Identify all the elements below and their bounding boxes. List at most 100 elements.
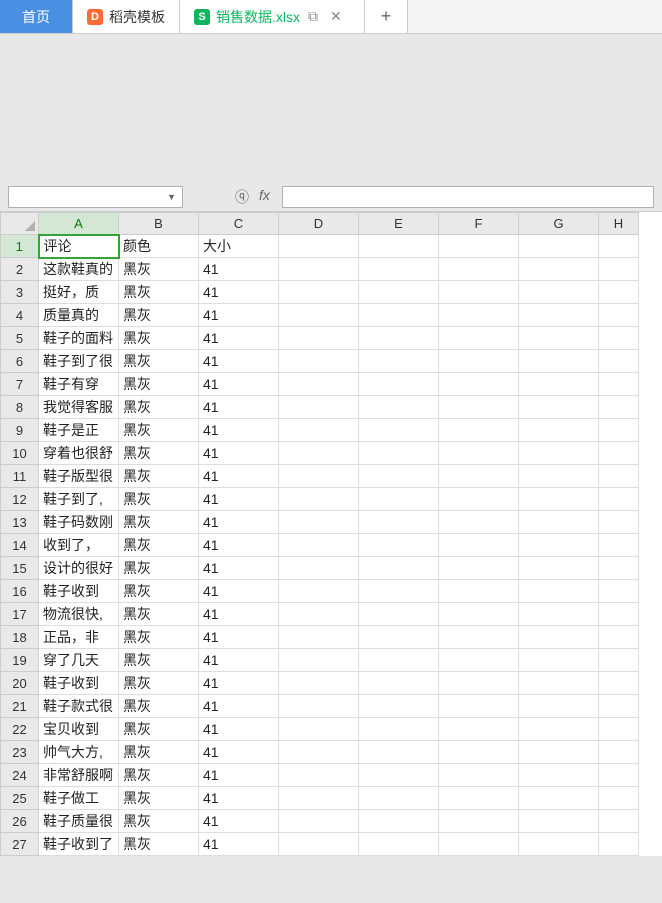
row-header-4[interactable]: 4 xyxy=(1,304,39,327)
tab-new[interactable]: + xyxy=(365,0,409,33)
cell-D24[interactable] xyxy=(279,764,359,787)
cell-E25[interactable] xyxy=(359,787,439,810)
cell-A3[interactable]: 挺好，质 xyxy=(39,281,119,304)
cell-C3[interactable]: 41 xyxy=(199,281,279,304)
cell-E13[interactable] xyxy=(359,511,439,534)
cell-H17[interactable] xyxy=(599,603,639,626)
column-header-A[interactable]: A xyxy=(39,213,119,235)
cell-E26[interactable] xyxy=(359,810,439,833)
close-icon[interactable]: ✕ xyxy=(328,6,344,27)
cell-E4[interactable] xyxy=(359,304,439,327)
cell-C23[interactable]: 41 xyxy=(199,741,279,764)
cell-E6[interactable] xyxy=(359,350,439,373)
cell-A12[interactable]: 鞋子到了, xyxy=(39,488,119,511)
cell-H27[interactable] xyxy=(599,833,639,856)
cell-A6[interactable]: 鞋子到了很 xyxy=(39,350,119,373)
cell-F13[interactable] xyxy=(439,511,519,534)
cell-E2[interactable] xyxy=(359,258,439,281)
cell-F4[interactable] xyxy=(439,304,519,327)
cell-D2[interactable] xyxy=(279,258,359,281)
cell-F6[interactable] xyxy=(439,350,519,373)
cell-H10[interactable] xyxy=(599,442,639,465)
cell-F10[interactable] xyxy=(439,442,519,465)
cell-D20[interactable] xyxy=(279,672,359,695)
cell-G26[interactable] xyxy=(519,810,599,833)
cell-C18[interactable]: 41 xyxy=(199,626,279,649)
column-header-E[interactable]: E xyxy=(359,213,439,235)
row-header-21[interactable]: 21 xyxy=(1,695,39,718)
cell-G8[interactable] xyxy=(519,396,599,419)
cell-B26[interactable]: 黑灰 xyxy=(119,810,199,833)
cell-E27[interactable] xyxy=(359,833,439,856)
cell-H2[interactable] xyxy=(599,258,639,281)
cell-C13[interactable]: 41 xyxy=(199,511,279,534)
cell-D27[interactable] xyxy=(279,833,359,856)
cell-G9[interactable] xyxy=(519,419,599,442)
cell-G25[interactable] xyxy=(519,787,599,810)
cell-H6[interactable] xyxy=(599,350,639,373)
cell-B13[interactable]: 黑灰 xyxy=(119,511,199,534)
cell-G1[interactable] xyxy=(519,235,599,258)
name-box[interactable]: ▼ xyxy=(8,186,183,208)
cell-G14[interactable] xyxy=(519,534,599,557)
cell-C17[interactable]: 41 xyxy=(199,603,279,626)
cell-F24[interactable] xyxy=(439,764,519,787)
formula-input[interactable] xyxy=(282,186,654,208)
cell-D23[interactable] xyxy=(279,741,359,764)
cell-G20[interactable] xyxy=(519,672,599,695)
cell-D11[interactable] xyxy=(279,465,359,488)
cell-G18[interactable] xyxy=(519,626,599,649)
cell-C21[interactable]: 41 xyxy=(199,695,279,718)
cell-D8[interactable] xyxy=(279,396,359,419)
spreadsheet-grid[interactable]: ABCDEFGH1评论颜色大小2这款鞋真的黑灰413挺好，质黑灰414质量真的黑… xyxy=(0,212,639,856)
tab-template[interactable]: D 稻壳模板 xyxy=(73,0,180,33)
cell-B5[interactable]: 黑灰 xyxy=(119,327,199,350)
cell-G17[interactable] xyxy=(519,603,599,626)
cell-H24[interactable] xyxy=(599,764,639,787)
row-header-22[interactable]: 22 xyxy=(1,718,39,741)
cell-E7[interactable] xyxy=(359,373,439,396)
cell-G11[interactable] xyxy=(519,465,599,488)
cell-E9[interactable] xyxy=(359,419,439,442)
cell-A19[interactable]: 穿了几天 xyxy=(39,649,119,672)
cell-A26[interactable]: 鞋子质量很 xyxy=(39,810,119,833)
cell-B22[interactable]: 黑灰 xyxy=(119,718,199,741)
cell-F14[interactable] xyxy=(439,534,519,557)
cell-D4[interactable] xyxy=(279,304,359,327)
row-header-3[interactable]: 3 xyxy=(1,281,39,304)
row-header-11[interactable]: 11 xyxy=(1,465,39,488)
cell-C12[interactable]: 41 xyxy=(199,488,279,511)
cell-E12[interactable] xyxy=(359,488,439,511)
cell-D3[interactable] xyxy=(279,281,359,304)
cell-F1[interactable] xyxy=(439,235,519,258)
cell-H18[interactable] xyxy=(599,626,639,649)
row-header-12[interactable]: 12 xyxy=(1,488,39,511)
cell-G4[interactable] xyxy=(519,304,599,327)
cell-F2[interactable] xyxy=(439,258,519,281)
cell-G7[interactable] xyxy=(519,373,599,396)
cell-B2[interactable]: 黑灰 xyxy=(119,258,199,281)
cell-F11[interactable] xyxy=(439,465,519,488)
cell-G21[interactable] xyxy=(519,695,599,718)
row-header-15[interactable]: 15 xyxy=(1,557,39,580)
window-icon[interactable]: ⧉ xyxy=(306,6,320,27)
row-header-27[interactable]: 27 xyxy=(1,833,39,856)
cell-H21[interactable] xyxy=(599,695,639,718)
cell-A8[interactable]: 我觉得客服 xyxy=(39,396,119,419)
cell-H26[interactable] xyxy=(599,810,639,833)
cell-C9[interactable]: 41 xyxy=(199,419,279,442)
column-header-F[interactable]: F xyxy=(439,213,519,235)
cell-F16[interactable] xyxy=(439,580,519,603)
cell-H15[interactable] xyxy=(599,557,639,580)
cell-H12[interactable] xyxy=(599,488,639,511)
row-header-19[interactable]: 19 xyxy=(1,649,39,672)
cell-G12[interactable] xyxy=(519,488,599,511)
cell-H25[interactable] xyxy=(599,787,639,810)
cell-B12[interactable]: 黑灰 xyxy=(119,488,199,511)
row-header-9[interactable]: 9 xyxy=(1,419,39,442)
cell-C10[interactable]: 41 xyxy=(199,442,279,465)
cell-C22[interactable]: 41 xyxy=(199,718,279,741)
cell-D21[interactable] xyxy=(279,695,359,718)
cell-B1[interactable]: 颜色 xyxy=(119,235,199,258)
cell-C27[interactable]: 41 xyxy=(199,833,279,856)
